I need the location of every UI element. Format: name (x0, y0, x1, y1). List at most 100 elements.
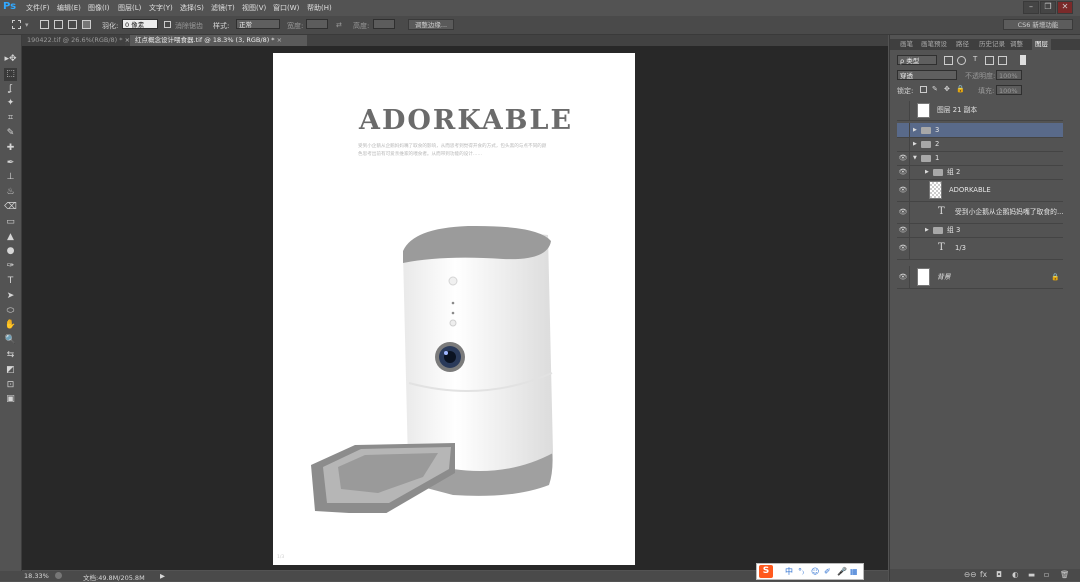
menu-item-0[interactable]: 文件(F) (26, 3, 50, 13)
layer-row[interactable]: 👁 T 受到小企鹅从企鹅妈妈嘴了取食的... (897, 201, 1063, 224)
layer-visibility-icon[interactable]: 👁 (897, 151, 910, 165)
panel-tab-5[interactable]: 图层 (1032, 39, 1051, 50)
tab-190422[interactable]: 190422.tif @ 26.6%(RGB/8) * × (22, 35, 130, 46)
group-toggle-icon[interactable]: ▶ (925, 223, 929, 237)
layer-visibility-icon[interactable]: 👁 (897, 201, 910, 223)
history-brush-tool-icon[interactable]: ♨ (4, 186, 17, 199)
add-selection-icon[interactable] (54, 20, 63, 29)
layer-visibility-icon[interactable] (897, 123, 910, 137)
quick-selection-tool-icon[interactable]: ✦ (4, 97, 17, 110)
menu-item-9[interactable]: 帮助(H) (307, 3, 332, 13)
minimize-button[interactable]: – (1023, 1, 1039, 14)
menu-item-4[interactable]: 文字(Y) (149, 3, 173, 13)
panel-tab-3[interactable]: 历史记录 (979, 39, 1005, 50)
document-canvas[interactable]: ADORKABLE 受到小企鹅从企鹅妈妈嘴了取食的影响，从而思考到觉得开食的方式… (273, 53, 635, 565)
new-adjustment-icon[interactable]: ◐ (1012, 570, 1019, 579)
workspace-switcher[interactable]: CS6 新增功能 (1003, 19, 1073, 30)
feather-input[interactable]: 0 像素 (122, 19, 158, 29)
layer-row[interactable]: 👁 ▶ 组 2 (897, 165, 1063, 180)
intersect-selection-icon[interactable] (82, 20, 91, 29)
filter-toggle-icon[interactable] (1020, 55, 1026, 65)
zoom-level[interactable]: 18.33% (24, 572, 49, 580)
fill-input[interactable]: 100% (996, 85, 1022, 95)
layer-row[interactable]: 图层 21 副本 (897, 101, 1063, 121)
panel-tab-4[interactable]: 调整 (1010, 39, 1023, 50)
close-tab-icon[interactable]: × (277, 36, 282, 44)
lock-position-icon[interactable]: ✥ (944, 85, 950, 93)
hand-tool-icon[interactable]: ✋ (4, 319, 17, 332)
panel-tab-2[interactable]: 路径 (956, 39, 969, 50)
blend-mode-select[interactable]: 穿透 (897, 70, 957, 80)
layer-row[interactable]: ▶ 2 (897, 137, 1063, 152)
gradient-tool-icon[interactable]: ▭ (4, 216, 17, 229)
menu-item-1[interactable]: 编辑(E) (57, 3, 81, 13)
marquee-preset-icon[interactable] (12, 20, 21, 29)
close-window-button[interactable]: ✕ (1057, 1, 1073, 14)
tab-feeder-design[interactable]: 红点概念设计喂食器.tif @ 18.3% (3, RGB/8) * × (130, 35, 307, 46)
menu-item-8[interactable]: 窗口(W) (273, 3, 299, 13)
layer-visibility-icon[interactable] (897, 101, 910, 120)
marquee-tool-icon[interactable]: ⬚ (4, 67, 17, 81)
brush-tool-icon[interactable]: ✒ (4, 157, 17, 170)
ime-chinese-mode-icon[interactable]: 中 (785, 566, 793, 578)
ime-handwriting-icon[interactable]: ✐ (824, 566, 831, 578)
subtract-selection-icon[interactable] (68, 20, 77, 29)
type-filter-icon[interactable]: T (973, 55, 977, 63)
delete-layer-icon[interactable]: 🗑 (1060, 570, 1070, 579)
opacity-input[interactable]: 100% (996, 70, 1022, 80)
menu-item-5[interactable]: 选择(S) (180, 3, 204, 13)
dodge-tool-icon[interactable]: ● (4, 245, 17, 258)
restore-button[interactable]: ❐ (1040, 1, 1056, 14)
path-selection-tool-icon[interactable]: ➤ (4, 290, 17, 303)
status-menu-icon[interactable] (55, 572, 62, 579)
quick-mask-tool-icon[interactable]: ⊡ (4, 379, 17, 392)
status-arrow-icon[interactable]: ▶ (160, 572, 165, 580)
crop-tool-icon[interactable]: ⌗ (4, 112, 17, 125)
panel-tab-1[interactable]: 画笔预设 (921, 39, 947, 50)
eraser-tool-icon[interactable]: ⌫ (4, 201, 17, 214)
layer-row[interactable]: 👁 T 1/3 (897, 237, 1063, 260)
new-selection-icon[interactable] (40, 20, 49, 29)
layer-row[interactable]: ▶ 3 (897, 123, 1063, 138)
foreground-color-tool-icon[interactable]: ◩ (4, 364, 17, 377)
layer-filter-select[interactable]: ρ 类型 (897, 55, 937, 65)
new-layer-icon[interactable]: ▫ (1044, 570, 1049, 579)
pen-tool-icon[interactable]: ✑ (4, 260, 17, 273)
group-toggle-icon[interactable]: ▼ (913, 151, 917, 165)
menu-item-6[interactable]: 滤镜(T) (211, 3, 235, 13)
layer-row[interactable]: 👁 背景 🔒 (897, 266, 1063, 289)
lasso-tool-icon[interactable]: ʆ (4, 83, 17, 96)
antialias-checkbox[interactable] (164, 21, 171, 28)
width-input[interactable] (306, 19, 328, 29)
layer-visibility-icon[interactable]: 👁 (897, 165, 910, 179)
sogou-ime-icon[interactable]: S (759, 565, 773, 578)
shape-tool-icon[interactable]: ⬭ (4, 305, 17, 318)
layer-visibility-icon[interactable]: 👁 (897, 237, 910, 259)
healing-tool-icon[interactable]: ✚ (4, 142, 17, 155)
style-select[interactable]: 正常 (236, 19, 280, 29)
lock-pixels-icon[interactable]: ✎ (932, 85, 938, 93)
swap-colors-tool-icon[interactable]: ⇆ (4, 349, 17, 362)
new-group-icon[interactable]: ▬ (1028, 570, 1035, 579)
eyedropper-tool-icon[interactable]: ✎ (4, 127, 17, 140)
refine-edge-button[interactable]: 调整边缘... (408, 19, 454, 30)
layer-style-icon[interactable]: fx (980, 570, 987, 579)
clone-stamp-tool-icon[interactable]: ⊥ (4, 171, 17, 184)
link-layers-icon[interactable]: ⊖⊖ (964, 570, 977, 579)
menu-item-3[interactable]: 图层(L) (118, 3, 141, 13)
move-tool-icon[interactable]: ▸✥ (4, 53, 17, 66)
pixel-filter-icon[interactable] (944, 56, 953, 65)
layer-visibility-icon[interactable]: 👁 (897, 223, 910, 237)
preset-dropdown-arrow-icon[interactable]: ▾ (25, 21, 29, 29)
layer-row[interactable]: 👁 ADORKABLE (897, 179, 1063, 202)
layer-visibility-icon[interactable] (897, 137, 910, 151)
group-toggle-icon[interactable]: ▶ (925, 165, 929, 179)
ime-toolbox-icon[interactable]: ▦ (850, 566, 858, 578)
menu-item-2[interactable]: 图像(I) (88, 3, 110, 13)
group-toggle-icon[interactable]: ▶ (913, 123, 917, 137)
add-mask-icon[interactable]: ◘ (996, 570, 1002, 579)
lock-all-icon[interactable]: 🔒 (956, 85, 965, 93)
shape-filter-icon[interactable] (985, 56, 994, 65)
adjustment-filter-icon[interactable] (957, 56, 966, 65)
layer-visibility-icon[interactable]: 👁 (897, 266, 910, 288)
